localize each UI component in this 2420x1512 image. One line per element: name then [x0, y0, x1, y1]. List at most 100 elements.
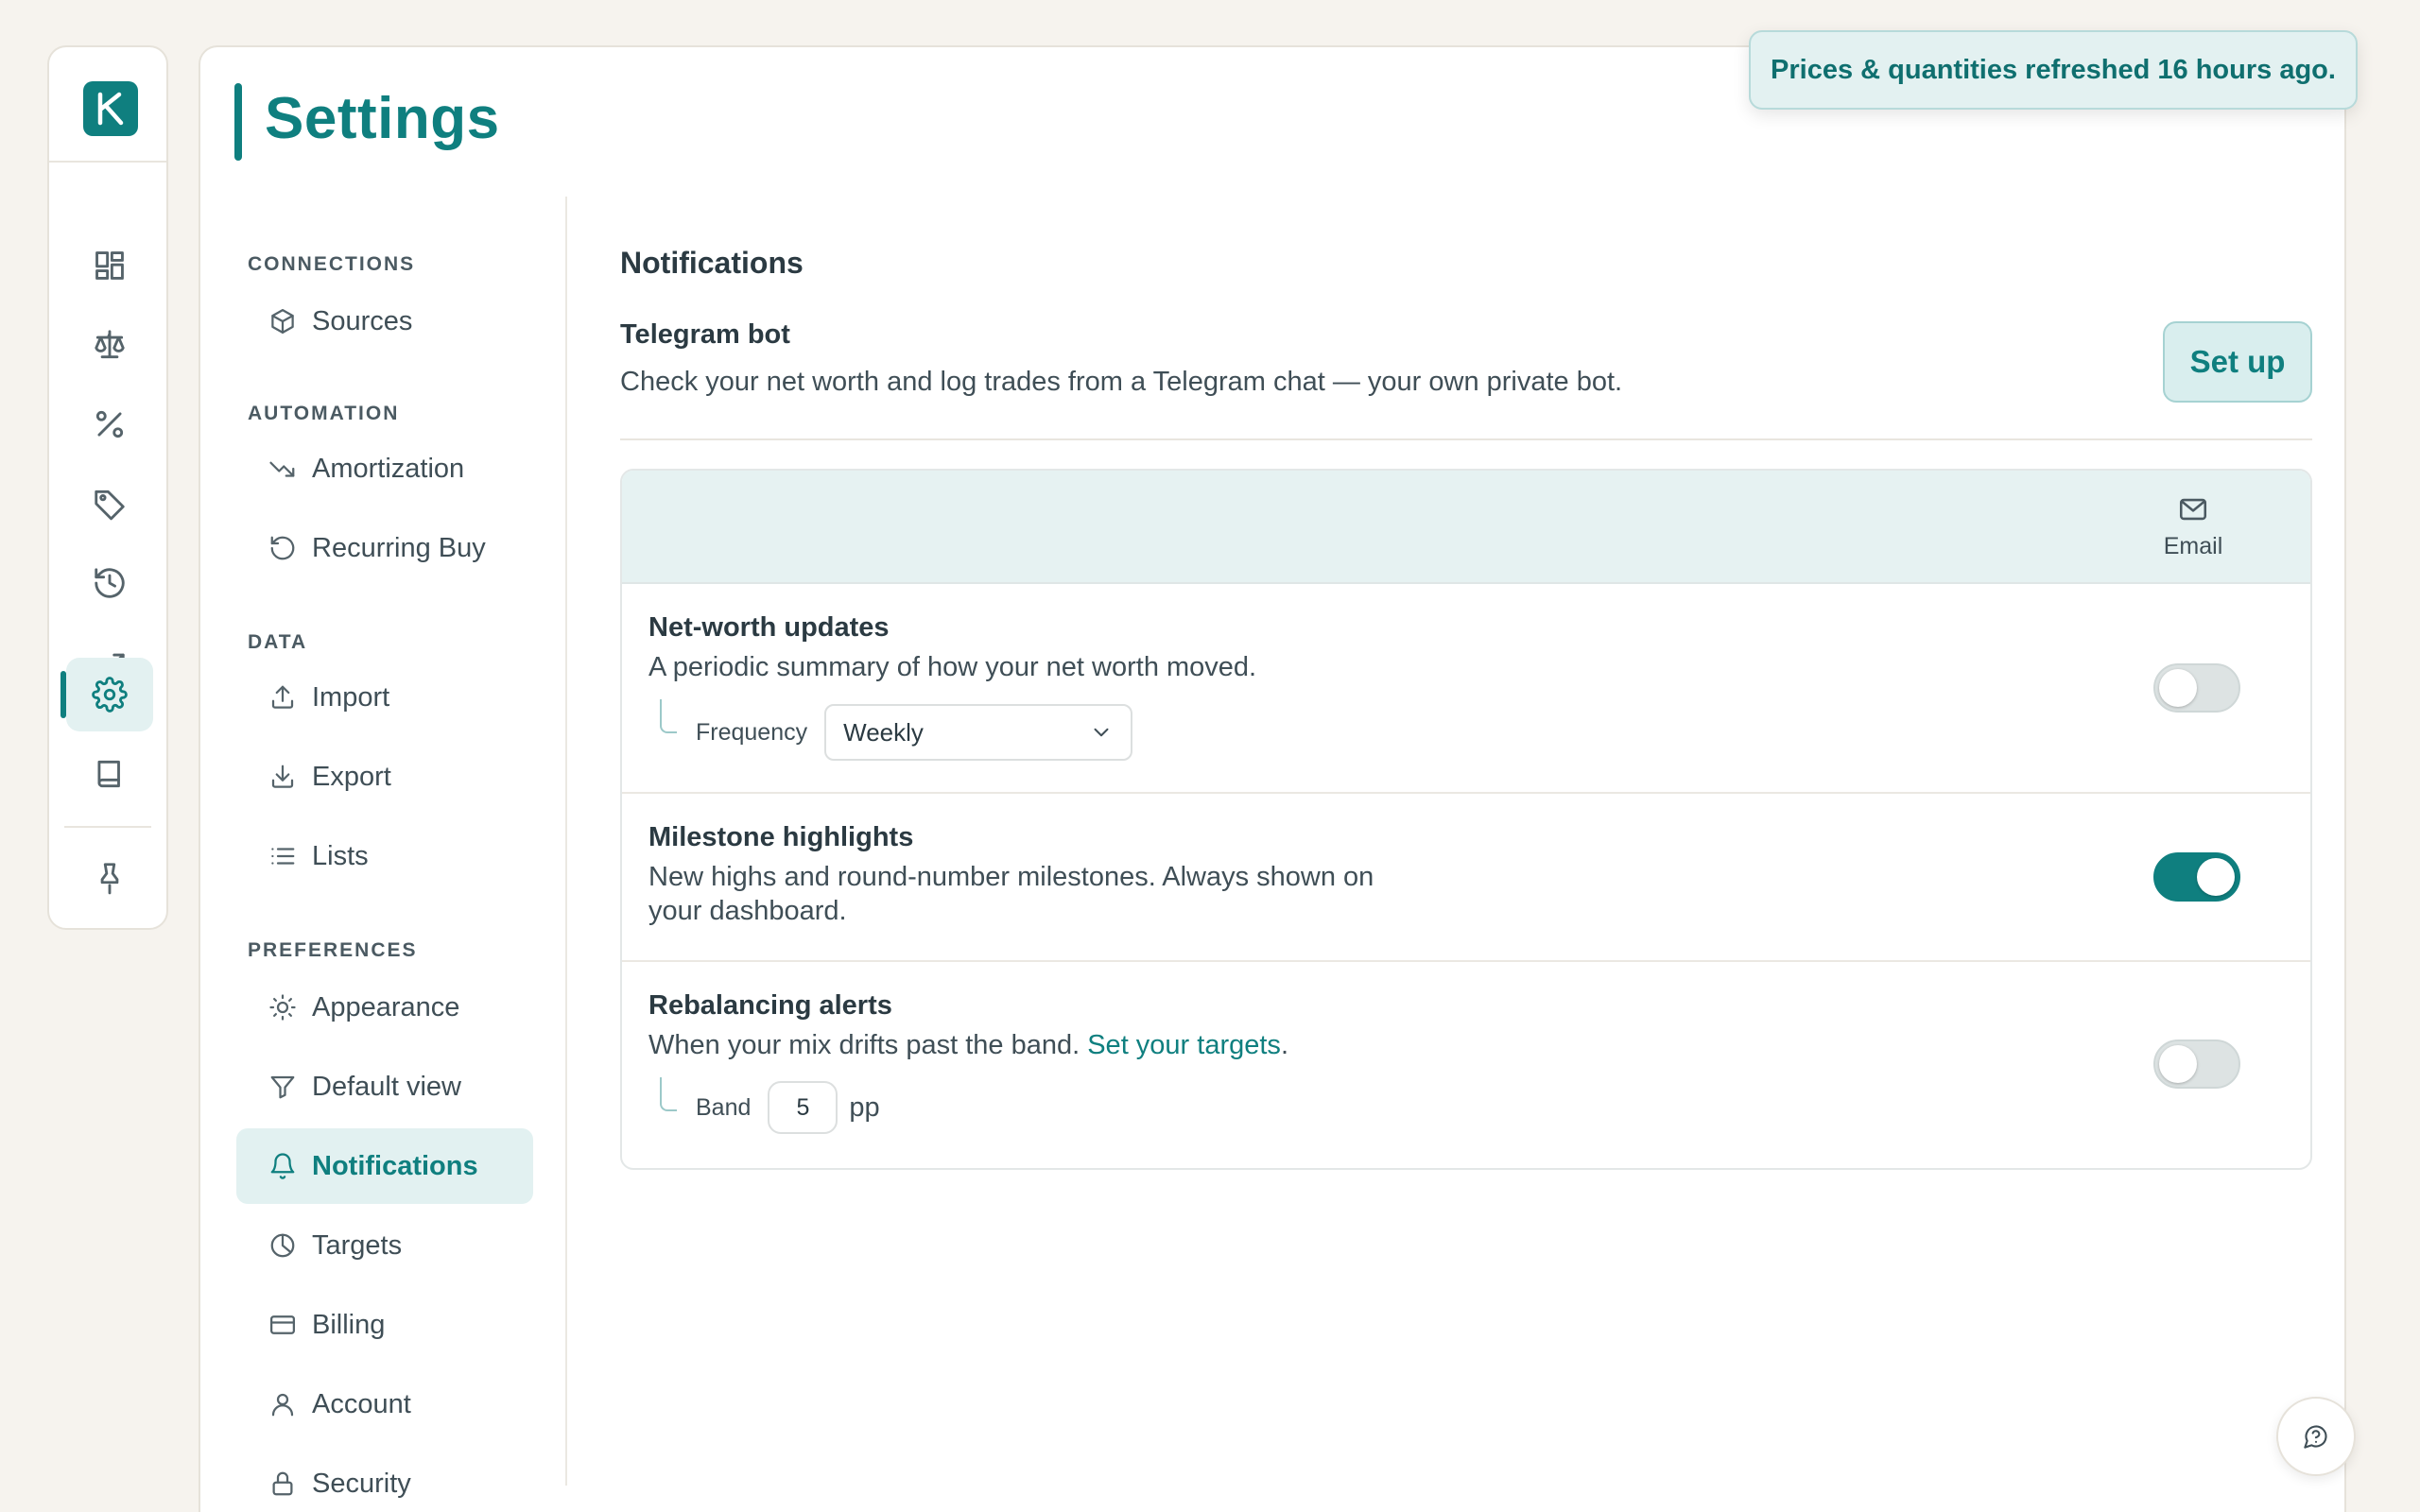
table-header: Email — [622, 471, 2310, 584]
nav-item-billing[interactable]: Billing — [236, 1287, 533, 1363]
section-heading-automation: AUTOMATION — [248, 403, 400, 424]
milestones-email-toggle[interactable] — [2153, 852, 2240, 902]
nav-item-label: Security — [312, 1468, 411, 1499]
page-title: Settings — [265, 86, 500, 151]
nav-item-label: Appearance — [312, 991, 460, 1022]
table-row: Rebalancing alerts When your mix drifts … — [622, 962, 2310, 1168]
band-unit: pp — [849, 1091, 880, 1123]
row-description-line: New highs and round-number milestones. A… — [648, 862, 1374, 892]
nav-item-lists[interactable]: Lists — [236, 818, 533, 894]
table-row: Milestone highlights New highs and round… — [622, 794, 2310, 962]
nav-item-recurring-buy[interactable]: Recurring Buy — [236, 510, 533, 586]
sub-setting-connector — [660, 699, 677, 733]
frequency-value: Weekly — [843, 717, 924, 747]
app-rail — [47, 45, 168, 930]
nav-item-label: Recurring Buy — [312, 532, 486, 563]
help-chat-icon — [2304, 1425, 2327, 1449]
nav-item-account[interactable]: Account — [236, 1366, 533, 1442]
chevron-down-icon — [1094, 728, 1109, 737]
rail-divider — [49, 161, 166, 163]
nav-item-label: Lists — [312, 840, 369, 871]
nav-item-appearance[interactable]: Appearance — [236, 970, 533, 1045]
nav-item-label: Account — [312, 1388, 411, 1419]
frequency-select[interactable]: Weekly — [824, 704, 1133, 761]
row-description-line: your dashboard. — [648, 896, 847, 926]
pin-icon — [100, 863, 119, 895]
section-title: Notifications — [620, 246, 804, 280]
nav-item-label: Billing — [312, 1309, 386, 1340]
trending-down-icon — [269, 461, 295, 477]
sub-setting-connector — [660, 1077, 677, 1111]
scale-icon — [95, 330, 125, 359]
download-icon — [271, 765, 294, 788]
list-icon — [271, 848, 295, 865]
dashboard-icon — [95, 251, 124, 280]
email-column-header: Email — [2146, 493, 2240, 560]
frequency-setting: Frequency Weekly — [660, 699, 1133, 762]
gear-icon — [92, 677, 128, 713]
percent-icon — [95, 410, 124, 438]
nav-item-export[interactable]: Export — [236, 739, 533, 815]
toggle-knob — [2159, 1045, 2197, 1083]
row-description: A periodic summary of how your net worth… — [648, 652, 1257, 682]
net-worth-email-toggle[interactable] — [2153, 663, 2240, 713]
telegram-title: Telegram bot — [620, 319, 790, 350]
nav-item-import[interactable]: Import — [236, 660, 533, 735]
toggle-knob — [2159, 669, 2197, 707]
band-input[interactable]: 5 — [768, 1081, 838, 1134]
nav-item-label: Import — [312, 681, 390, 713]
nav-item-amortization[interactable]: Amortization — [236, 431, 533, 507]
rail-percent-button[interactable] — [66, 387, 153, 461]
cube-icon — [271, 309, 294, 334]
email-column-label: Email — [2163, 533, 2223, 559]
table-row: Net-worth updates A periodic summary of … — [622, 584, 2310, 794]
bell-icon — [270, 1153, 295, 1179]
section-heading-preferences: PREFERENCES — [248, 939, 418, 961]
rail-balance-button[interactable] — [66, 308, 153, 382]
sun-icon — [269, 994, 296, 1021]
book-icon — [97, 760, 120, 788]
nav-item-label: Export — [312, 761, 391, 792]
row-description-text: When your mix drifts past the band. — [648, 1030, 1080, 1060]
nav-item-label: Targets — [312, 1229, 403, 1261]
nav-item-label: Sources — [312, 305, 413, 336]
credit-card-icon — [270, 1315, 295, 1334]
telegram-setup-button[interactable]: Set up — [2163, 321, 2312, 403]
set-targets-link[interactable]: Set your targets — [1087, 1030, 1281, 1060]
notification-table: Email Net-worth updates A periodic summa… — [620, 469, 2312, 1170]
row-description: When your mix drifts past the band. Set … — [648, 1028, 1288, 1062]
nav-divider — [565, 197, 567, 1486]
nav-item-security[interactable]: Security — [236, 1446, 533, 1512]
mail-icon — [2179, 498, 2207, 521]
nav-item-targets[interactable]: Targets — [236, 1208, 533, 1283]
row-title: Milestone highlights — [648, 822, 914, 852]
nav-item-default-view[interactable]: Default view — [236, 1049, 533, 1125]
telegram-description: Check your net worth and log trades from… — [620, 367, 1623, 397]
rail-dashboard-button[interactable] — [66, 229, 153, 302]
toggle-knob — [2197, 858, 2235, 896]
help-button[interactable] — [2276, 1397, 2356, 1476]
nav-item-label: Amortization — [312, 453, 465, 484]
row-title: Net-worth updates — [648, 612, 890, 643]
rail-pin-button[interactable] — [66, 841, 153, 915]
nav-item-label: Notifications — [312, 1150, 478, 1181]
history-icon — [95, 568, 125, 598]
rail-tags-button[interactable] — [66, 467, 153, 541]
row-description-suffix: . — [1280, 1030, 1288, 1060]
lock-icon — [272, 1471, 293, 1496]
frequency-label: Frequency — [696, 718, 808, 746]
rail-docs-button[interactable] — [66, 737, 153, 811]
refresh-icon — [270, 536, 295, 560]
nav-item-notifications[interactable]: Notifications — [236, 1128, 533, 1204]
refresh-toast: Prices & quantities refreshed 16 hours a… — [1749, 30, 2358, 110]
rail-settings-button[interactable] — [60, 658, 153, 731]
nav-item-sources[interactable]: Sources — [236, 284, 533, 359]
title-accent-bar — [234, 83, 242, 161]
app-logo[interactable] — [83, 81, 138, 136]
pie-chart-icon — [270, 1233, 295, 1258]
rail-history-button[interactable] — [66, 546, 153, 620]
tag-icon — [95, 490, 125, 521]
logo-k-icon — [97, 92, 124, 126]
section-divider — [620, 438, 2312, 440]
rebalancing-email-toggle[interactable] — [2153, 1040, 2240, 1089]
